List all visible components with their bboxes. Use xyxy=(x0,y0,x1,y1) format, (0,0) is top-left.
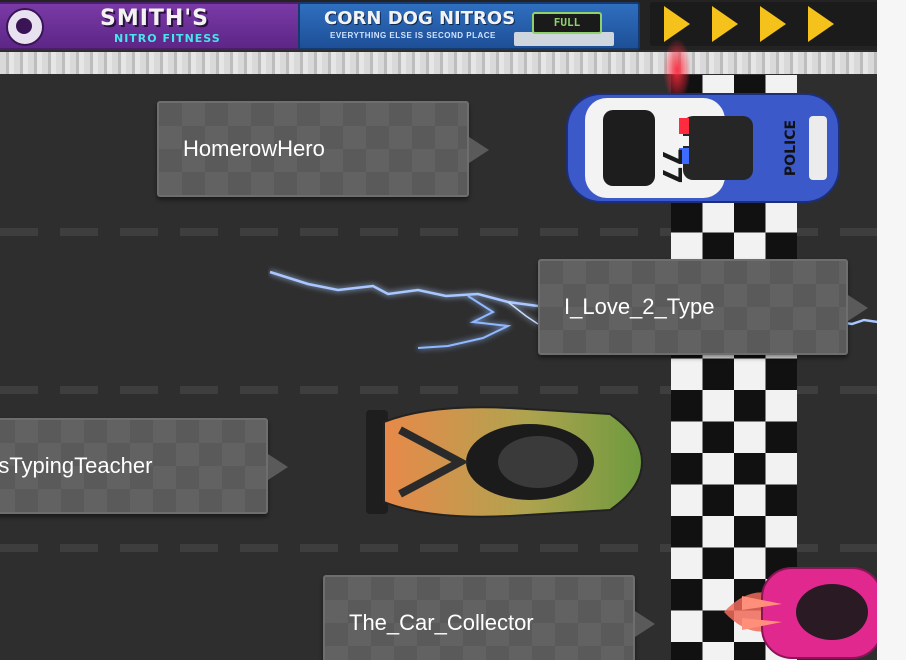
ad-subtitle: NITRO FITNESS xyxy=(114,32,221,45)
chevron-right-icon xyxy=(760,6,786,42)
race-track: SMITH'S NITRO FITNESS CORN DOG NITROS EV… xyxy=(0,0,877,660)
racer-name-tag: I_Love_2_Type xyxy=(538,259,868,355)
smiths-nitro-fitness-ad: SMITH'S NITRO FITNESS xyxy=(0,2,302,50)
racer-name: MsTypingTeacher xyxy=(0,453,153,478)
racer-name-tag: The_Car_Collector xyxy=(323,575,655,660)
track-curb xyxy=(0,52,877,74)
racer-name: The_Car_Collector xyxy=(349,610,534,635)
fuel-tank-icon xyxy=(514,32,614,46)
chevron-right-icon xyxy=(808,6,834,42)
chevron-right-icon xyxy=(664,6,690,42)
chevron-right-icon xyxy=(712,6,738,42)
police-text: POLICE xyxy=(783,120,799,176)
car-number: 77 xyxy=(656,148,686,184)
sponsor-banner: SMITH'S NITRO FITNESS CORN DOG NITROS EV… xyxy=(0,0,877,50)
headphones-mascot-icon xyxy=(6,8,44,46)
racer-name-tag: HomerowHero xyxy=(157,101,489,197)
racer-name: I_Love_2_Type xyxy=(564,294,715,319)
ad-title: SMITH'S xyxy=(100,6,209,31)
winged-car-icon xyxy=(724,567,877,659)
supercar-icon xyxy=(366,406,644,518)
fuel-gauge: FULL xyxy=(532,12,602,34)
ad-title: CORN DOG NITROS xyxy=(324,8,516,29)
racer-name-tag: MsTypingTeacher xyxy=(0,418,288,514)
page-margin xyxy=(877,0,906,660)
ad-subtitle: EVERYTHING ELSE IS SECOND PLACE xyxy=(330,31,496,40)
corn-dog-nitros-ad: CORN DOG NITROS EVERYTHING ELSE IS SECON… xyxy=(298,2,640,50)
police-car-icon: 77 POLICE xyxy=(566,93,840,203)
nitro-lightning-effect xyxy=(269,270,539,349)
racer-name: HomerowHero xyxy=(183,136,325,161)
